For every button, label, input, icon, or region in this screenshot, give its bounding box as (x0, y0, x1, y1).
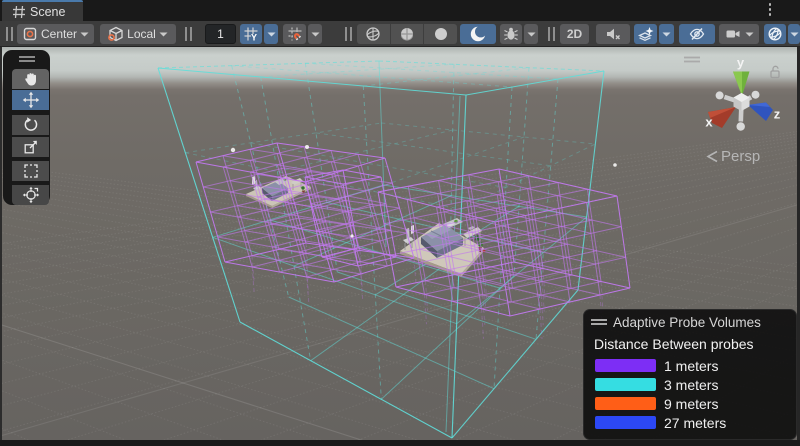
svg-text:Persp: Persp (721, 148, 760, 165)
svg-text:y: y (737, 55, 745, 70)
svg-text:z: z (774, 107, 781, 122)
svg-text:x: x (705, 115, 713, 130)
svg-text:Y: Y (251, 33, 257, 43)
